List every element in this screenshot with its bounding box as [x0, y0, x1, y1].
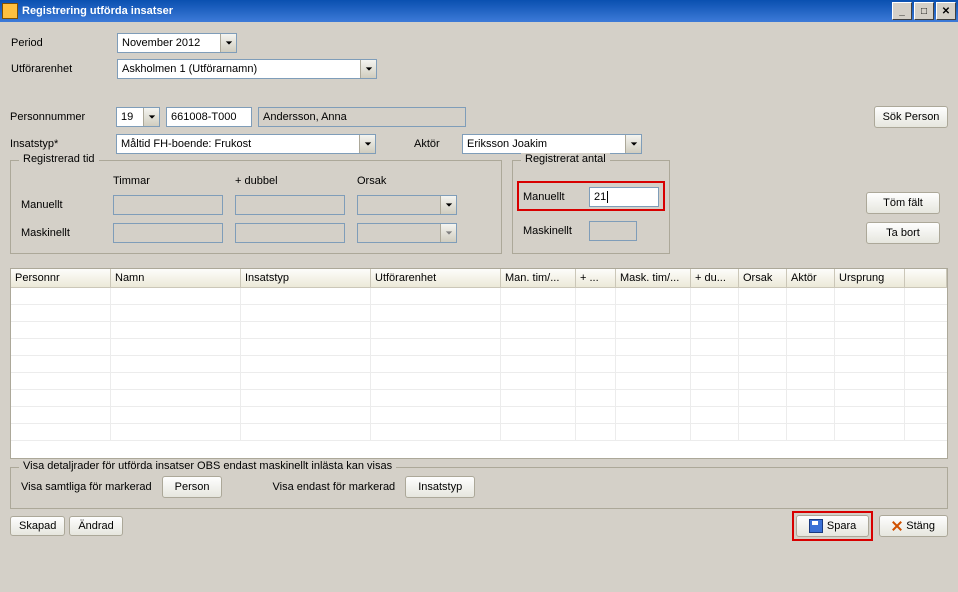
registrerad-tid-group: Registrerad tid Timmar + dubbel Orsak Ma… — [10, 160, 502, 254]
table-body[interactable] — [11, 288, 947, 458]
table-row[interactable] — [11, 373, 947, 390]
window-titlebar: Registrering utförda insatser _ □ ✕ — [0, 0, 958, 22]
pnr-input[interactable]: 661008-T000 — [166, 107, 252, 127]
changed-button[interactable]: Ändrad — [69, 516, 122, 536]
minimize-button[interactable]: _ — [892, 2, 912, 20]
maskinellt-dubbel — [235, 223, 345, 243]
chevron-down-icon — [440, 224, 456, 242]
show-all-label: Visa samtliga för markerad — [21, 481, 152, 493]
col-plus1[interactable]: + ... — [576, 269, 616, 287]
maskinellt-label: Maskinellt — [21, 227, 101, 239]
orsak-label: Orsak — [357, 175, 457, 187]
save-button[interactable]: Spara — [796, 515, 869, 537]
show-only-label: Visa endast för markerad — [272, 481, 395, 493]
col-orsak[interactable]: Orsak — [739, 269, 787, 287]
antal-manuellt-input[interactable]: 21 — [589, 187, 659, 207]
unit-value: Askholmen 1 (Utförarnamn) — [122, 63, 257, 75]
chevron-down-icon[interactable] — [360, 60, 376, 78]
col-namn[interactable]: Namn — [111, 269, 241, 287]
detail-rows-group: Visa detaljrader för utförda insatser OB… — [10, 467, 948, 509]
table-row[interactable] — [11, 424, 947, 441]
chevron-down-icon[interactable] — [625, 135, 641, 153]
manuellt-label: Manuellt — [21, 199, 101, 211]
table-row[interactable] — [11, 305, 947, 322]
chevron-down-icon[interactable] — [359, 135, 375, 153]
antal-maskinellt — [589, 221, 637, 241]
window-title: Registrering utförda insatser — [22, 5, 890, 17]
century-dropdown[interactable]: 19 — [116, 107, 160, 127]
chevron-down-icon[interactable] — [220, 34, 236, 52]
insatstyp-label: Insatstyp* — [10, 138, 110, 150]
maskinellt-orsak-dropdown — [357, 223, 457, 243]
search-person-button[interactable]: Sök Person — [874, 106, 948, 128]
maximize-button[interactable]: □ — [914, 2, 934, 20]
table-row[interactable] — [11, 407, 947, 424]
close-button[interactable]: Stäng — [879, 515, 948, 537]
insatstyp-dropdown[interactable]: Måltid FH-boende: Frukost — [116, 134, 376, 154]
detail-group-title: Visa detaljrader för utförda insatser OB… — [19, 460, 396, 472]
manuellt-dubbel-input[interactable] — [235, 195, 345, 215]
period-label: Period — [11, 37, 111, 49]
app-icon — [2, 3, 18, 19]
antal-manuellt-label: Manuellt — [523, 191, 583, 203]
person-name: Andersson, Anna — [258, 107, 466, 127]
col-utforarenhet[interactable]: Utförarenhet — [371, 269, 501, 287]
created-button[interactable]: Skapad — [10, 516, 65, 536]
table-row[interactable] — [11, 288, 947, 305]
insatstyp-button[interactable]: Insatstyp — [405, 476, 475, 498]
chevron-down-icon[interactable] — [440, 196, 456, 214]
table-row[interactable] — [11, 339, 947, 356]
col-ursprung[interactable]: Ursprung — [835, 269, 905, 287]
save-icon — [809, 519, 823, 533]
col-mask-tim[interactable]: Mask. tim/... — [616, 269, 691, 287]
manuellt-orsak-dropdown[interactable] — [357, 195, 457, 215]
table-row[interactable] — [11, 356, 947, 373]
insatstyp-value: Måltid FH-boende: Frukost — [121, 138, 251, 150]
results-table[interactable]: Personnr Namn Insatstyp Utförarenhet Man… — [10, 268, 948, 459]
reg-antal-title: Registrerat antal — [521, 153, 610, 165]
registrerat-antal-group: Registrerat antal Manuellt 21 Maskinellt — [512, 160, 670, 254]
person-button[interactable]: Person — [162, 476, 223, 498]
table-header-row: Personnr Namn Insatstyp Utförarenhet Man… — [11, 269, 947, 288]
reg-tid-title: Registrerad tid — [19, 153, 99, 165]
aktor-dropdown[interactable]: Eriksson Joakim — [462, 134, 642, 154]
period-value: November 2012 — [122, 37, 200, 49]
table-row[interactable] — [11, 390, 947, 407]
chevron-down-icon[interactable] — [143, 108, 159, 126]
col-insatstyp[interactable]: Insatstyp — [241, 269, 371, 287]
century-value: 19 — [121, 111, 133, 123]
remove-button[interactable]: Ta bort — [866, 222, 940, 244]
unit-dropdown[interactable]: Askholmen 1 (Utförarnamn) — [117, 59, 377, 79]
period-dropdown[interactable]: November 2012 — [117, 33, 237, 53]
aktor-label: Aktör — [414, 138, 456, 150]
dubbel-label: + dubbel — [235, 175, 345, 187]
clear-button[interactable]: Töm fält — [866, 192, 940, 214]
close-icon — [892, 521, 902, 531]
unit-label: Utförarenhet — [11, 63, 111, 75]
timmar-label: Timmar — [113, 175, 223, 187]
col-aktor[interactable]: Aktör — [787, 269, 835, 287]
table-row[interactable] — [11, 322, 947, 339]
close-window-button[interactable]: ✕ — [936, 2, 956, 20]
col-plus-du[interactable]: + du... — [691, 269, 739, 287]
pnr-label: Personnummer — [10, 111, 110, 123]
aktor-value: Eriksson Joakim — [467, 138, 547, 150]
antal-maskinellt-label: Maskinellt — [523, 225, 583, 237]
col-man-tim[interactable]: Man. tim/... — [501, 269, 576, 287]
manuellt-timmar-input[interactable] — [113, 195, 223, 215]
col-personnr[interactable]: Personnr — [11, 269, 111, 287]
maskinellt-timmar — [113, 223, 223, 243]
